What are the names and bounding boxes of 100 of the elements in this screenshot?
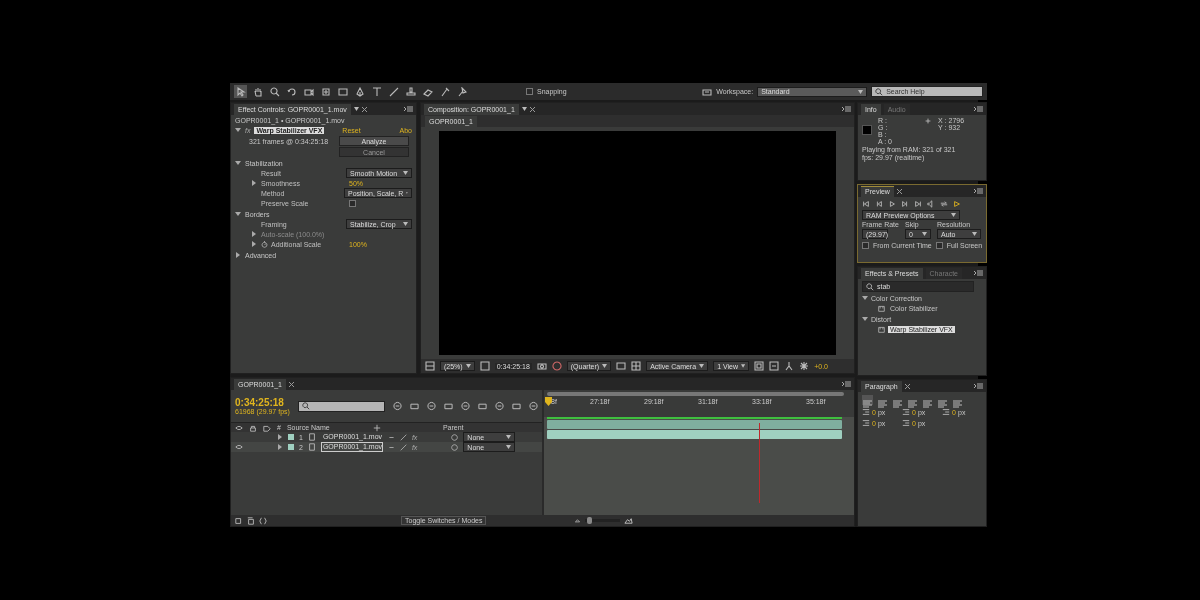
rotate-tool[interactable] — [285, 85, 298, 98]
play-icon[interactable] — [888, 200, 896, 208]
camera-icon[interactable] — [536, 361, 547, 371]
indent-icon — [942, 408, 951, 416]
lock-icon — [249, 423, 257, 432]
caret-icon — [951, 213, 956, 217]
stamp-tool[interactable] — [404, 85, 417, 98]
caret-icon — [353, 107, 359, 111]
checkbox[interactable] — [935, 241, 943, 249]
caret-icon — [521, 107, 527, 111]
rectangle-tool[interactable] — [336, 85, 349, 98]
hand-tool[interactable] — [251, 85, 264, 98]
panel-menu-icon[interactable] — [974, 270, 984, 276]
magnifier-tool[interactable] — [268, 85, 281, 98]
type-icon — [371, 86, 382, 97]
checkbox[interactable] — [526, 88, 533, 95]
keyboard-icon[interactable] — [702, 86, 713, 97]
color-swatch — [862, 125, 872, 135]
panel-menu-icon[interactable] — [842, 106, 851, 112]
caret-icon — [858, 89, 864, 94]
stamp-icon — [405, 86, 416, 97]
close-icon[interactable] — [289, 381, 294, 387]
frame-icon[interactable] — [479, 361, 490, 371]
effect-icon — [878, 325, 885, 333]
rectangle-icon — [337, 86, 348, 97]
twirl-icon[interactable] — [235, 252, 241, 258]
brush-tool[interactable] — [387, 85, 400, 98]
panel-menu-icon[interactable] — [974, 188, 984, 194]
flowchart-icon[interactable] — [784, 361, 795, 371]
region-icon[interactable] — [616, 361, 627, 371]
loop-icon[interactable] — [940, 200, 948, 208]
ram-preview-icon[interactable] — [953, 200, 961, 208]
search-icon — [875, 87, 884, 96]
transparency-grid-icon[interactable] — [631, 361, 642, 371]
grid-icon[interactable] — [425, 361, 435, 371]
type-tool[interactable] — [370, 85, 383, 98]
indent-icon — [862, 408, 870, 416]
search-icon — [866, 282, 874, 291]
twirl-icon[interactable] — [862, 295, 868, 301]
indent-icon — [902, 408, 911, 416]
twirl-icon[interactable] — [235, 211, 241, 217]
close-icon[interactable] — [896, 188, 902, 194]
previous-frame-icon[interactable] — [875, 200, 883, 208]
selection-tool-icon — [235, 86, 246, 97]
indent-icon — [902, 419, 911, 427]
comp-icon[interactable] — [235, 516, 243, 525]
checkbox[interactable] — [862, 241, 869, 249]
indent-icon — [862, 419, 870, 427]
caret-icon — [971, 232, 977, 236]
close-icon[interactable] — [904, 383, 910, 389]
exposure-icon[interactable] — [799, 361, 810, 371]
panel-menu-icon[interactable] — [974, 106, 984, 112]
twirl-icon[interactable] — [251, 180, 257, 186]
panel-menu-icon[interactable] — [842, 381, 851, 387]
zoom-in-icon[interactable] — [624, 516, 634, 525]
caret-icon — [403, 171, 408, 175]
layer-search-field[interactable] — [297, 400, 386, 412]
stopwatch-icon[interactable] — [261, 240, 268, 248]
label-color-swatch — [288, 444, 294, 450]
panel-menu-icon[interactable] — [404, 106, 413, 112]
checkbox[interactable] — [349, 199, 356, 207]
label-tag-icon — [263, 423, 271, 432]
camera-icon — [303, 86, 314, 97]
search-icon — [301, 402, 310, 410]
eye-icon[interactable] — [235, 443, 243, 451]
twirl-icon[interactable] — [251, 241, 257, 247]
brush-icon — [388, 86, 399, 97]
caret-icon — [403, 222, 408, 226]
selection-tool-tool[interactable] — [234, 85, 247, 98]
caret-icon — [602, 364, 608, 368]
audio-icon[interactable] — [927, 200, 935, 208]
caret-icon — [699, 364, 705, 368]
caret-icon — [921, 232, 927, 236]
effect-icon — [878, 304, 885, 312]
magnifier-icon — [269, 86, 280, 97]
label-color-swatch — [288, 434, 294, 440]
pan-behind-tool[interactable] — [319, 85, 332, 98]
close-icon[interactable] — [529, 106, 535, 112]
slider-thumb[interactable] — [586, 517, 592, 524]
caret-icon — [741, 364, 746, 368]
twirl-icon[interactable] — [235, 127, 241, 133]
next-frame-icon[interactable] — [901, 200, 909, 208]
pan-behind-icon — [320, 86, 331, 97]
playhead-icon[interactable] — [545, 397, 552, 406]
zoom-out-icon[interactable] — [574, 517, 582, 524]
last-frame-icon[interactable] — [914, 200, 922, 208]
brackets-icon[interactable] — [259, 516, 267, 525]
puppet-pin-icon — [456, 86, 467, 97]
first-frame-icon[interactable] — [862, 200, 870, 208]
rotate-icon — [286, 86, 297, 97]
twirl-icon[interactable] — [235, 160, 241, 166]
switches-icon — [372, 423, 381, 432]
layers-icon[interactable] — [247, 516, 255, 525]
crosshair-icon — [924, 117, 932, 125]
current-timecode[interactable]: 0:34:25:18 — [235, 397, 290, 408]
close-icon[interactable] — [361, 106, 367, 112]
panel-menu-icon[interactable] — [974, 383, 984, 389]
eye-icon — [235, 423, 243, 432]
pen-icon — [354, 86, 365, 97]
twirl-icon[interactable] — [862, 316, 868, 322]
